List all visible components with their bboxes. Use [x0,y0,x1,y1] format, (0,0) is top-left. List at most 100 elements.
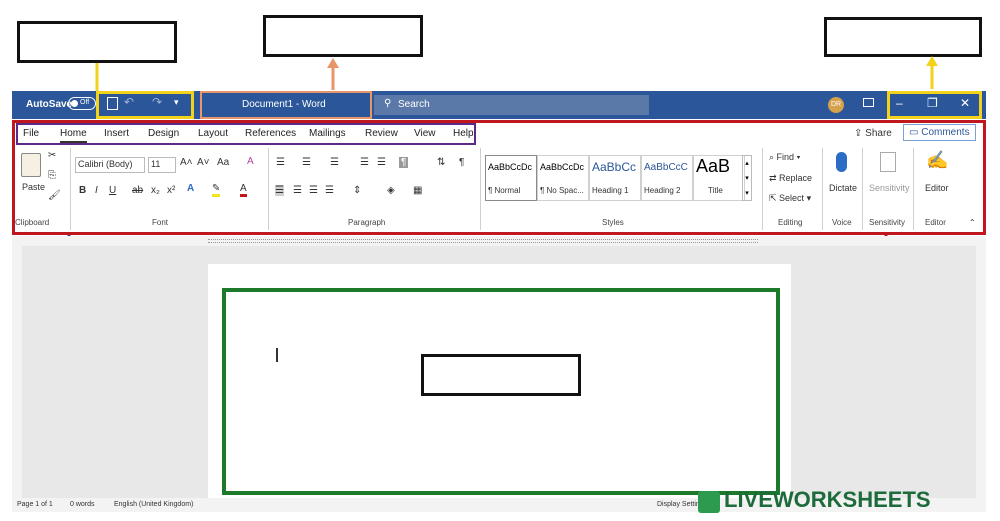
font-color-icon[interactable]: A [240,183,247,197]
bullets-icon[interactable]: ☰ [276,157,285,168]
select-label: Select [779,193,805,203]
autosave-label: AutoSave [26,99,73,110]
tab-layout[interactable]: Layout [198,128,228,139]
vertical-ruler [12,246,22,498]
decrease-indent-icon[interactable]: ☰ [360,157,369,168]
separator [822,148,823,230]
autosave-state: Off [80,99,90,106]
separator [913,148,914,230]
share-button[interactable]: ⇪ Share [854,128,892,139]
grow-font-button[interactable]: A˄ [180,157,193,168]
styles-scroll[interactable]: ▴ ▾ ▾ [742,155,752,201]
justify-icon[interactable]: ☰ [325,185,334,196]
microphone-icon[interactable] [836,152,847,172]
collapse-ribbon-icon[interactable]: ⌃ [969,218,976,227]
ruler [12,236,986,246]
style-preview: AaBbCc [592,160,637,174]
group-clipboard: Clipboard [15,218,50,227]
tab-references[interactable]: References [245,128,296,139]
orange-arrowhead [327,58,339,68]
sensitivity-label: Sensitivity [869,183,910,193]
find-button[interactable]: ⌕ Find ▾ [769,152,800,163]
copy-icon[interactable]: ⎘ [48,170,56,181]
tab-review[interactable]: Review [365,128,398,139]
align-right-icon[interactable]: ☰ [309,185,318,196]
text-effects-icon[interactable]: A [187,183,194,194]
toggle-knob [71,100,78,107]
tab-mailings[interactable]: Mailings [309,128,346,139]
tab-file[interactable]: File [23,128,39,139]
group-paragraph: Paragraph [348,218,386,227]
align-left-icon[interactable]: ☰ [275,185,284,196]
find-label: Find [776,152,795,162]
comments-button[interactable]: ▭ Comments [903,124,976,141]
ribbon-display-icon[interactable] [863,98,874,107]
group-sensitivity: Sensitivity [869,218,906,227]
superscript-button[interactable]: x² [167,185,175,196]
font-size-select[interactable]: 11 [148,157,176,173]
multilevel-list-icon[interactable]: ☰ [330,157,339,168]
cut-icon[interactable]: ✂ [48,150,56,161]
avatar[interactable]: DR [828,97,844,113]
select-button[interactable]: ⇱ Select ▾ [769,193,811,204]
style-name: Heading 1 [592,186,629,195]
autosave-toggle[interactable]: Off [68,97,96,110]
strikethrough-button[interactable]: ab [132,185,143,196]
italic-button[interactable]: I [95,185,98,196]
ruler-track [208,239,758,243]
separator [762,148,763,230]
language-status[interactable]: English (United Kingdom) [114,501,193,508]
change-case-button[interactable]: Aa [217,157,229,168]
format-painter-icon[interactable]: 🖌 [48,190,61,201]
separator [268,148,269,230]
search-box[interactable]: ⚲ Search [374,95,649,115]
align-center-icon[interactable]: ☰ [293,185,302,196]
tab-insert[interactable]: Insert [104,128,129,139]
watermark-text: LIVEWORKSHEETS [724,487,931,512]
tab-home[interactable]: Home [60,128,87,143]
clear-formatting-icon[interactable]: A [247,156,254,167]
line-spacing-icon[interactable]: ⇕ [353,185,361,196]
subscript-button[interactable]: x₂ [151,185,160,196]
underline-button[interactable]: U [109,185,116,196]
style-no-spacing[interactable]: AaBbCcDc ¶ No Spac... [537,155,589,201]
shading-icon[interactable]: ◈ [387,185,395,196]
tab-design[interactable]: Design [148,128,179,139]
borders-icon[interactable]: ▦ [413,185,422,196]
style-normal[interactable]: AaBbCcDc ¶ Normal [485,155,537,201]
font-name-select[interactable]: Calibri (Body) [75,157,145,173]
style-name: Heading 2 [644,186,681,195]
ltr-icon[interactable]: ¶ [399,157,409,168]
share-label: Share [865,128,892,139]
tab-help[interactable]: Help [453,128,474,139]
separator [70,148,71,230]
shrink-font-button[interactable]: A˅ [197,157,210,168]
numbering-icon[interactable]: ☰ [302,157,311,168]
increase-indent-icon[interactable]: ☰ [377,157,386,168]
style-preview: AaB [696,156,731,176]
highlight-color-icon[interactable]: ✎ [212,183,221,197]
bold-button[interactable]: B [79,185,86,196]
group-editor: Editor [925,218,946,227]
group-styles: Styles [602,218,624,227]
search-icon: ⚲ [384,98,392,109]
style-name: ¶ No Spac... [540,186,584,195]
tab-view[interactable]: View [414,128,436,139]
replace-button[interactable]: ⇄ Replace [769,173,812,184]
style-preview: AaBbCcDc [540,162,585,172]
replace-label: Replace [779,173,813,183]
sensitivity-icon[interactable] [880,152,896,172]
quick-access-highlight [96,91,194,119]
style-title[interactable]: AaB Title [693,155,745,201]
paste-icon[interactable] [21,153,41,177]
group-font: Font [152,218,169,227]
style-heading-1[interactable]: AaBbCc Heading 1 [589,155,641,201]
word-count: 0 words [70,501,95,508]
style-heading-2[interactable]: AaBbCcC Heading 2 [641,155,693,201]
vertical-scrollbar[interactable] [976,246,986,498]
editor-icon[interactable]: ✍ [926,150,948,171]
sort-icon[interactable]: ⇅ [437,157,445,168]
label-box-document-body[interactable] [421,354,581,396]
editor-label: Editor [925,183,949,193]
show-marks-icon[interactable]: ¶ [459,157,464,168]
